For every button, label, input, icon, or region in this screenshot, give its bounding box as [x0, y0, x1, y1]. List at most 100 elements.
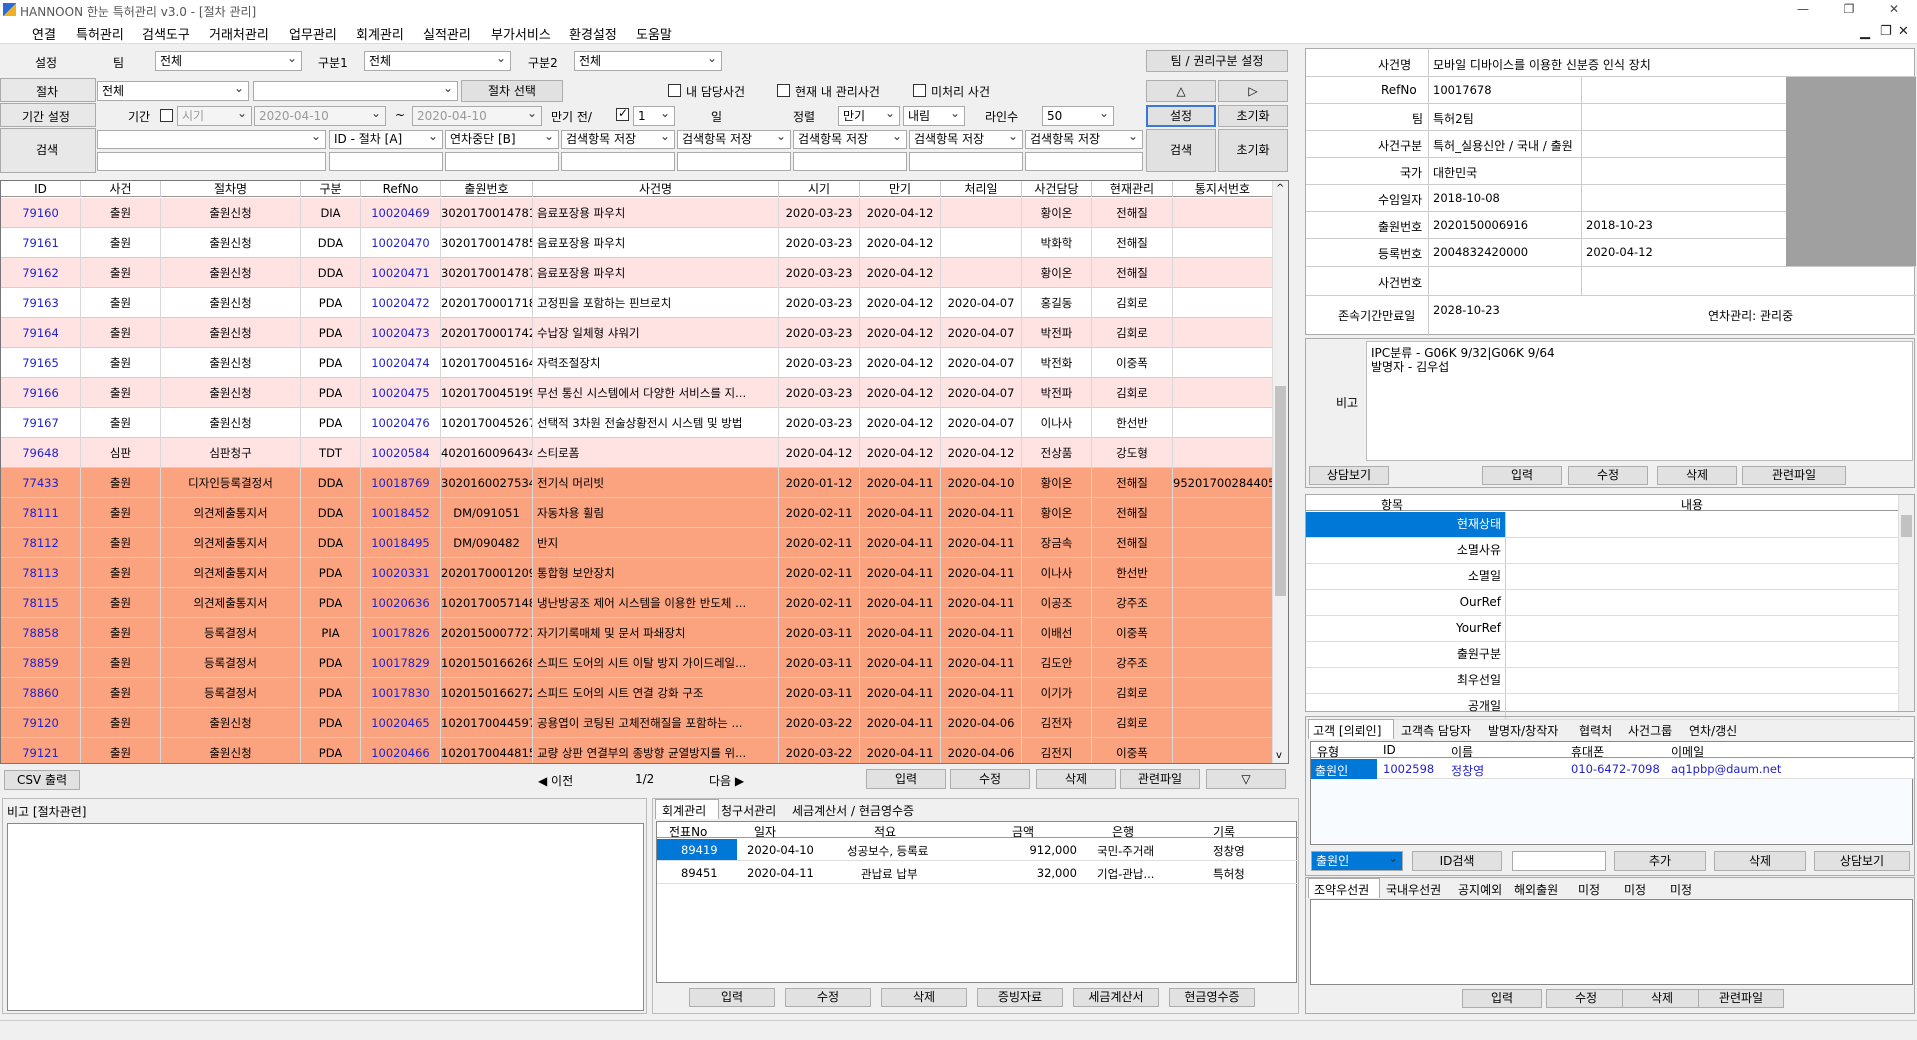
- menu-clients[interactable]: 거래처관리: [209, 24, 269, 43]
- acct-row[interactable]: 89451 2020-04-11 관납료 납부 32,000 기업-관납... …: [657, 862, 1298, 884]
- tab-accounting[interactable]: 회계관리: [662, 802, 706, 819]
- table-row[interactable]: 79165 출원 출원신청 PDA 10020474 1020170045164 자력조절장…: [1, 348, 1273, 378]
- period-type-select[interactable]: 시기: [177, 106, 252, 126]
- proc-select[interactable]: 전체: [97, 81, 249, 101]
- proc-detail-select[interactable]: [253, 81, 458, 101]
- order-select[interactable]: 내림: [903, 106, 965, 126]
- maximize-button[interactable]: ❐: [1826, 0, 1872, 20]
- search-reset-button[interactable]: 초기화: [1218, 129, 1288, 172]
- col-notice[interactable]: 통지서번호: [1173, 181, 1273, 197]
- client-add-button[interactable]: 추가: [1614, 851, 1706, 871]
- col-name[interactable]: 사건명: [533, 181, 779, 197]
- close-button[interactable]: ✕: [1871, 0, 1917, 20]
- search-input-1[interactable]: [97, 152, 326, 171]
- table-row[interactable]: 79166 출원 출원신청 PDA 10020475 1020170045199 무선 통신…: [1, 378, 1273, 408]
- grid-scrollbar[interactable]: ^ v: [1272, 181, 1288, 763]
- tab-foreign-filing[interactable]: 해외출원: [1514, 881, 1558, 898]
- item-value[interactable]: [1507, 668, 1900, 693]
- table-row[interactable]: 78112 출원 의견제출통지서 DDA 10018495 DM/090482 반지 2020…: [1, 528, 1273, 558]
- scroll-up-icon[interactable]: ^: [1276, 183, 1284, 194]
- consult-button[interactable]: 상담보기: [1309, 466, 1389, 485]
- acct-col-by[interactable]: 기록: [1213, 823, 1235, 840]
- search-button[interactable]: 검색: [1146, 129, 1216, 172]
- my-mgmt-checkbox[interactable]: [777, 84, 790, 97]
- col-id[interactable]: ID: [1, 181, 81, 197]
- search-field-select-2[interactable]: ID - 절차 [A]: [329, 130, 443, 149]
- col-proc[interactable]: 절차명: [161, 181, 301, 197]
- priority-files-button[interactable]: 관련파일: [1698, 989, 1784, 1008]
- table-row[interactable]: 79164 출원 출원신청 PDA 10020473 2020170001742 수납장 일…: [1, 318, 1273, 348]
- item-value[interactable]: [1507, 642, 1900, 667]
- tab-treaty-priority[interactable]: 조약우선권: [1314, 881, 1369, 898]
- table-row[interactable]: 78858 출원 등록결정서 PIA 10017826 2020150007727 자기기록…: [1, 618, 1273, 648]
- search-field-select-3[interactable]: 연차중단 [B]: [445, 130, 559, 149]
- next-page-link[interactable]: 다음 ▶: [709, 772, 744, 789]
- unprocessed-checkbox[interactable]: [913, 84, 926, 97]
- search-field-select-8[interactable]: 검색항목 저장: [1025, 130, 1143, 149]
- cat1-select[interactable]: 전체: [364, 51, 511, 71]
- prev-page-link[interactable]: ◀ 이전: [538, 772, 573, 789]
- table-row[interactable]: 78113 출원 의견제출통지서 PDA 10020331 2020170001209 통합…: [1, 558, 1273, 588]
- item-row[interactable]: YourRef: [1306, 616, 1900, 642]
- item-row[interactable]: 최우선일: [1306, 668, 1900, 694]
- col-due[interactable]: 만기: [860, 181, 941, 197]
- client-consult-button[interactable]: 상담보기: [1814, 851, 1910, 871]
- col-done[interactable]: 처리일: [941, 181, 1022, 197]
- scroll-down-icon[interactable]: v: [1276, 750, 1282, 761]
- search-input-8[interactable]: [1025, 152, 1143, 171]
- item-row[interactable]: 소멸일: [1306, 564, 1900, 590]
- search-field-select-7[interactable]: 검색항목 저장: [909, 130, 1023, 149]
- menu-patent[interactable]: 특허관리: [76, 24, 124, 43]
- tab-domestic-priority[interactable]: 국내우선권: [1386, 881, 1441, 898]
- search-input-2[interactable]: [329, 152, 443, 171]
- set-button[interactable]: 설정: [1146, 105, 1216, 127]
- col-start[interactable]: 시기: [779, 181, 860, 197]
- grid-edit-button[interactable]: 수정: [950, 769, 1030, 789]
- scroll-thumb[interactable]: [1275, 386, 1286, 596]
- item-value[interactable]: [1507, 616, 1900, 641]
- menu-accounting[interactable]: 회계관리: [356, 24, 404, 43]
- tab-client[interactable]: 고객 [의뢰인]: [1313, 722, 1381, 739]
- reset-button[interactable]: 초기화: [1218, 105, 1288, 127]
- acct-row[interactable]: 89419 2020-04-10 성공보수, 등록료 912,000 국민-주거…: [657, 839, 1298, 861]
- date-from-input[interactable]: 2020-04-10: [254, 106, 386, 126]
- grid-input-button[interactable]: 입력: [866, 769, 946, 789]
- search-input-7[interactable]: [909, 152, 1023, 171]
- item-value[interactable]: [1507, 590, 1900, 615]
- client-row[interactable]: 출원인 1002598 정창영 010-6472-7098 aq1pbp@dau…: [1311, 759, 1914, 779]
- tab-public-exception[interactable]: 공지예외: [1458, 881, 1502, 898]
- acct-col-amount[interactable]: 금액: [1012, 823, 1034, 840]
- date-to-input[interactable]: 2020-04-10: [412, 106, 542, 126]
- item-row[interactable]: 소멸사유: [1306, 538, 1900, 564]
- expand-button[interactable]: ▽: [1206, 769, 1286, 789]
- col-appno[interactable]: 출원번호: [441, 181, 533, 197]
- tab-annuity[interactable]: 연차/갱신: [1689, 722, 1737, 739]
- table-row[interactable]: 79160 출원 출원신청 DIA 10020469 3020170014781 음료포장용…: [1, 198, 1273, 228]
- table-row[interactable]: 79163 출원 출원신청 PDA 10020472 2020170001718 고정핀을 …: [1, 288, 1273, 318]
- detail-delete-button[interactable]: 삭제: [1657, 466, 1737, 485]
- col-case[interactable]: 사건: [81, 181, 161, 197]
- menu-help[interactable]: 도움말: [636, 24, 672, 43]
- due-days-select[interactable]: 1: [633, 106, 675, 126]
- search-input-5[interactable]: [677, 152, 791, 171]
- table-row[interactable]: 78115 출원 의견제출통지서 PDA 10020636 1020170057148 냉난…: [1, 588, 1273, 618]
- menu-search-tools[interactable]: 검색도구: [142, 24, 190, 43]
- client-delete-button[interactable]: 삭제: [1714, 851, 1806, 871]
- client-id-input[interactable]: [1512, 851, 1606, 871]
- acct-col-date[interactable]: 일자: [754, 823, 776, 840]
- search-field-select-1[interactable]: [97, 130, 326, 149]
- acct-receipt-button[interactable]: 현금영수증: [1169, 988, 1255, 1007]
- acct-input-button[interactable]: 입력: [689, 988, 775, 1007]
- table-row[interactable]: 79121 출원 출원신청 PDA 10020466 1020170044815 교량 상판…: [1, 738, 1273, 763]
- tab-undecided-3[interactable]: 미정: [1670, 881, 1692, 898]
- table-row[interactable]: 78860 출원 등록결정서 PDA 10017830 1020150166272 스피드 …: [1, 678, 1273, 708]
- menu-extra[interactable]: 부가서비스: [491, 24, 551, 43]
- col-cat[interactable]: 구분: [301, 181, 361, 197]
- menu-performance[interactable]: 실적관리: [423, 24, 471, 43]
- items-scrollbar[interactable]: [1898, 495, 1914, 711]
- table-row[interactable]: 79648 심판 심판청구 TDT 10020584 4020160096434 스티로폼 2…: [1, 438, 1273, 468]
- priority-edit-button[interactable]: 수정: [1546, 989, 1626, 1008]
- tab-partners[interactable]: 협력처: [1579, 722, 1612, 739]
- my-case-checkbox[interactable]: [668, 84, 681, 97]
- grid-delete-button[interactable]: 삭제: [1036, 769, 1116, 789]
